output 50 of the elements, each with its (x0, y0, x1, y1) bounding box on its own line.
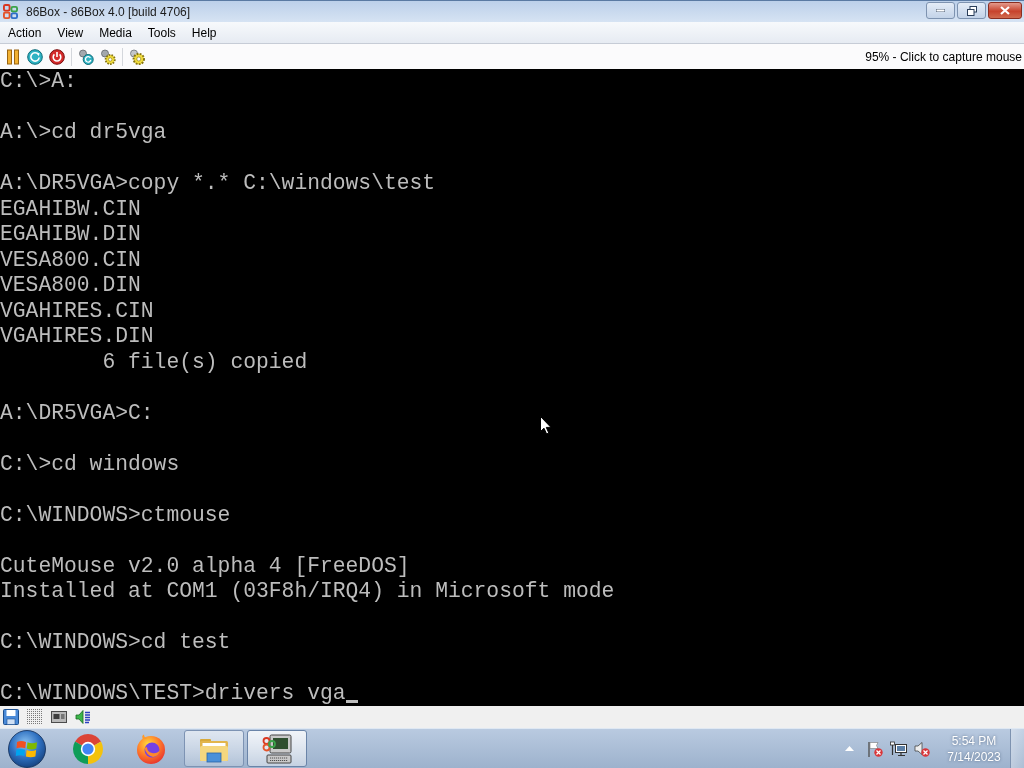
network-icon[interactable] (890, 740, 907, 757)
console-line: 6 file(s) copied (102, 349, 308, 375)
gear-badge-icon[interactable] (100, 48, 116, 65)
pause-icon[interactable] (5, 48, 21, 65)
speaker-icon[interactable] (75, 709, 91, 725)
browser-icon (72, 732, 104, 765)
browser-icon (135, 732, 167, 765)
dotted-square-icon[interactable] (27, 709, 43, 725)
console-line: A:\DR5VGA>C: (0, 400, 154, 426)
gear-icon[interactable] (129, 48, 145, 65)
minimize-icon (936, 9, 945, 12)
restore-icon (966, 5, 977, 16)
menu-item[interactable]: View (51, 22, 90, 43)
close-icon (1000, 6, 1010, 15)
console-line: VGAHIRES.DIN (0, 324, 154, 350)
console-line: VGAHIRES.CIN (0, 298, 154, 324)
console-line: A:\DR5VGA>copy *.* C:\windows\test (0, 171, 436, 197)
flag-icon[interactable] (867, 740, 883, 757)
console-line: CuteMouse v2.0 alpha 4 [FreeDOS] (0, 553, 410, 579)
app-logo-icon (3, 4, 18, 19)
text-cursor (345, 699, 359, 703)
close-button[interactable] (988, 2, 1022, 19)
window-title: 86Box - 86Box 4.0 [build 4706] (26, 4, 191, 19)
computer-icon (261, 732, 293, 765)
status-text: 95% - Click to capture mouse (865, 49, 1022, 64)
console-line: C:\>A: (0, 69, 77, 95)
console-line: C:\WINDOWS>ctmouse (0, 502, 231, 528)
console-line: VESA800.CIN (0, 247, 141, 273)
console-line: C:\>cd windows (0, 451, 180, 477)
console-line: C:\WINDOWS>cd test (0, 630, 231, 656)
start-orb-icon (8, 729, 46, 768)
up-arrow-icon (844, 746, 854, 751)
drive-icon[interactable] (51, 711, 67, 723)
menu-item[interactable]: Media (93, 22, 138, 43)
speaker-icon[interactable] (914, 740, 930, 757)
console-line: EGAHIBW.CIN (0, 196, 141, 222)
reset-icon[interactable] (27, 48, 43, 65)
power-icon[interactable] (49, 48, 65, 65)
console-line: C:\WINDOWS\TEST>drivers vga (0, 681, 346, 706)
restore-button[interactable] (957, 2, 986, 19)
menu-item[interactable]: Action (2, 22, 48, 43)
refresh-badge-icon[interactable] (78, 48, 94, 65)
console-line: Installed at COM1 (03F8h/IRQ4) in Microsoft mode (0, 579, 615, 605)
console-line: A:\>cd dr5vga (0, 120, 167, 146)
taskbar-button[interactable] (247, 730, 307, 767)
menu-item[interactable]: Help (185, 22, 223, 43)
console-line: VESA800.DIN (0, 273, 141, 299)
menu-item[interactable]: Tools (141, 22, 182, 43)
mouse-pointer-icon (540, 416, 552, 435)
console-line: EGAHIBW.DIN (0, 222, 141, 248)
